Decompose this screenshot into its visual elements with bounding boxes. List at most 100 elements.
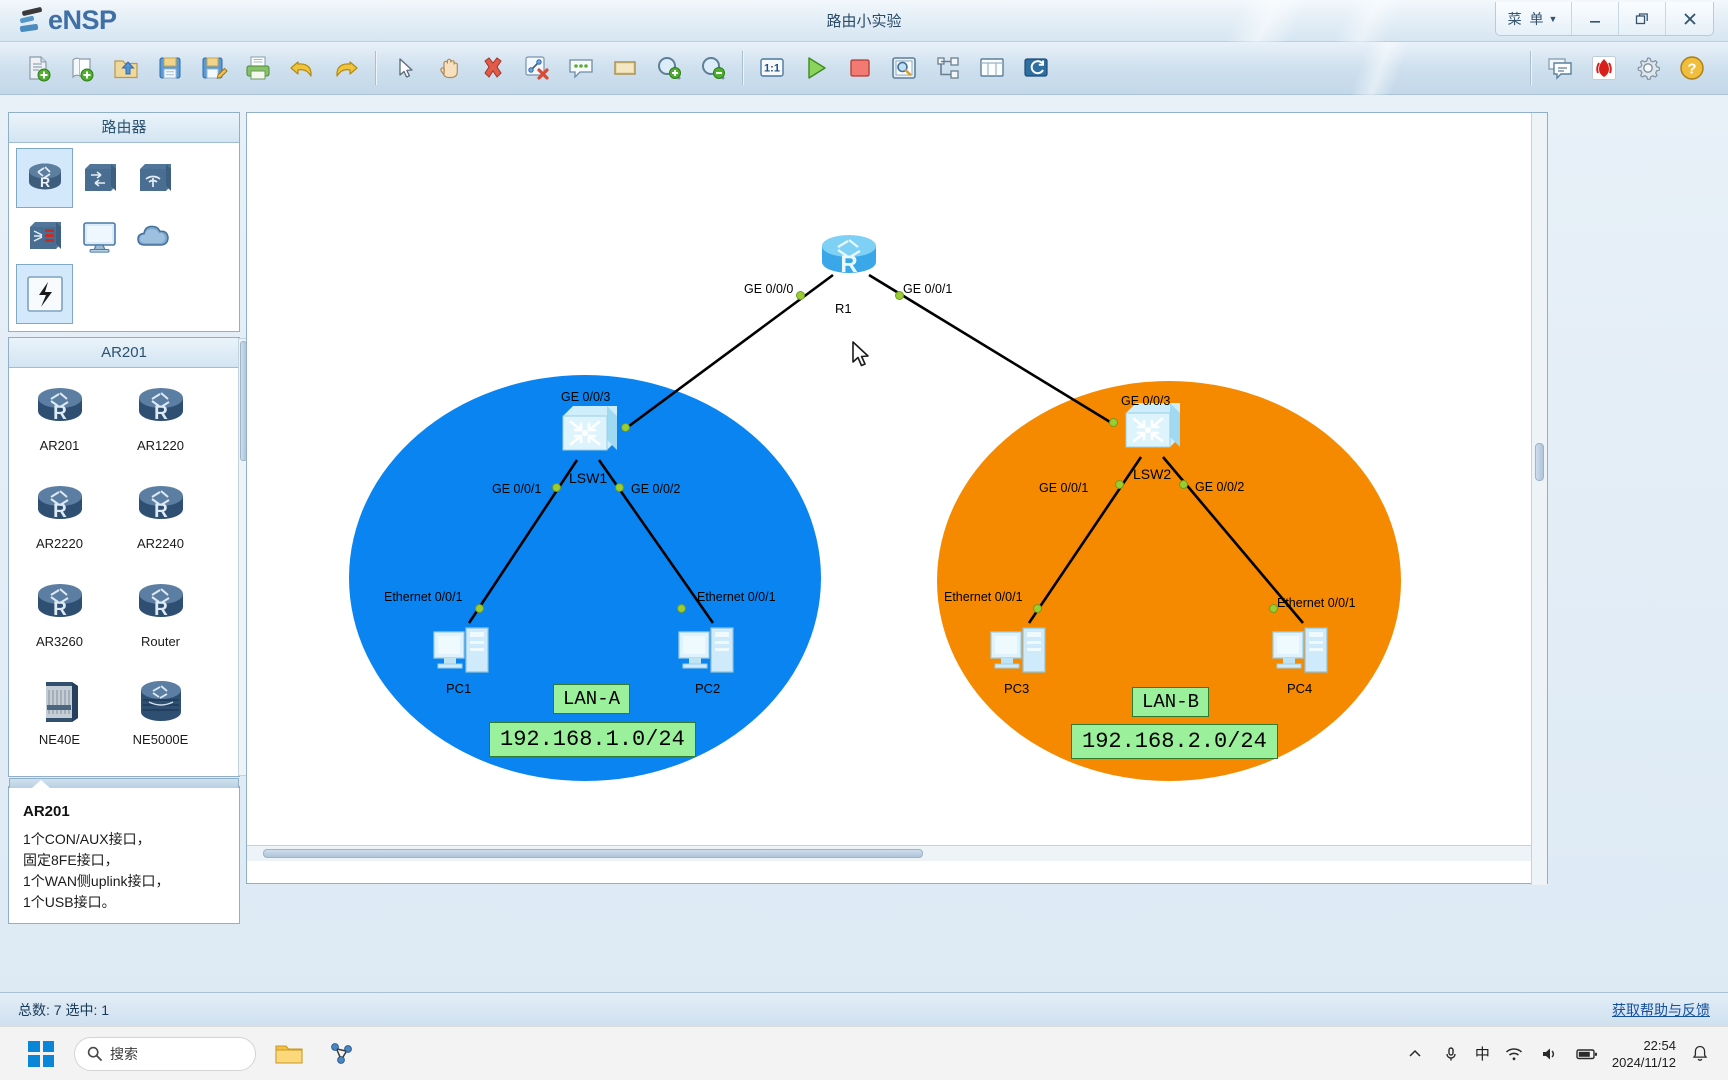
toolbar-divider-3 [1530, 51, 1531, 85]
lan-b-subnet-tag[interactable]: 192.168.2.0/24 [1071, 724, 1278, 759]
model-ar1220[interactable]: R AR1220 [110, 378, 211, 476]
search-icon [87, 1046, 102, 1061]
redo-icon[interactable] [324, 46, 368, 90]
firewall-device-icon [29, 222, 61, 249]
settings-gear-icon[interactable] [1626, 46, 1670, 90]
canvas-hscroll-thumb[interactable] [263, 849, 923, 858]
device-pc3[interactable] [987, 618, 1057, 685]
notification-bell-icon[interactable] [1688, 1042, 1712, 1066]
topology-tree-icon[interactable] [926, 46, 970, 90]
link-endpoint-dot [552, 483, 561, 492]
volume-icon[interactable] [1538, 1042, 1562, 1066]
capture-packet-icon[interactable] [882, 46, 926, 90]
zoom-in-icon[interactable] [647, 46, 691, 90]
category-router[interactable]: R [16, 148, 73, 208]
category-connection[interactable] [16, 264, 73, 324]
canvas-vscroll-thumb[interactable] [1535, 443, 1544, 481]
model-ne5000e[interactable]: NE5000E [110, 672, 211, 770]
close-icon [1683, 12, 1696, 25]
zoom-out-icon[interactable] [691, 46, 735, 90]
new-topology-icon[interactable] [16, 46, 60, 90]
category-switch[interactable] [72, 149, 127, 207]
help-icon[interactable]: ? [1670, 46, 1714, 90]
start-all-icon[interactable] [794, 46, 838, 90]
undo-icon[interactable] [280, 46, 324, 90]
lan-a-subnet-tag[interactable]: 192.168.1.0/24 [489, 722, 696, 757]
clock[interactable]: 22:54 2024/11/12 [1612, 1037, 1676, 1071]
ensp-window: eNSP 路由小实验 菜 单 ▼ 1:1 ? 路由器 R AR201 R AR2… [0, 0, 1728, 1080]
shape-rect-icon[interactable] [603, 46, 647, 90]
chat-icon[interactable] [1538, 46, 1582, 90]
device-label-lsw1: LSW1 [569, 470, 608, 486]
ime-indicator[interactable]: 中 [1475, 1043, 1490, 1064]
model-label: AR3260 [36, 634, 83, 649]
category-wlan[interactable] [127, 149, 182, 207]
model-ar3260[interactable]: R AR3260 [9, 574, 110, 672]
stack-model-icon [140, 681, 181, 721]
canvas-hscrollbar[interactable] [247, 845, 1531, 861]
taskbar-items: 搜索 [22, 1035, 360, 1073]
device-pc4[interactable] [1269, 618, 1339, 685]
delete-link-icon[interactable] [515, 46, 559, 90]
select-pointer-icon[interactable] [383, 46, 427, 90]
device-r1[interactable]: R [818, 228, 880, 289]
windows-start-icon[interactable] [22, 1035, 60, 1073]
text-note-icon[interactable] [559, 46, 603, 90]
model-ar2240[interactable]: R AR2240 [110, 476, 211, 574]
device-pc2[interactable] [675, 618, 745, 685]
category-firewall[interactable] [17, 207, 72, 265]
router-model-icon: R [138, 584, 183, 620]
model-ne40e[interactable]: NE40E [9, 672, 110, 770]
microphone-icon[interactable] [1439, 1042, 1463, 1066]
huawei-logo-icon[interactable] [1582, 46, 1626, 90]
svg-text:R: R [154, 501, 168, 522]
wifi-icon[interactable] [1502, 1042, 1526, 1066]
maximize-button[interactable] [1619, 2, 1666, 35]
open-folder-icon[interactable] [104, 46, 148, 90]
wlan-device-icon [139, 164, 171, 191]
model-ar201[interactable]: R AR201 [9, 378, 110, 476]
interface-label-r1-ge000: GE 0/0/0 [744, 282, 794, 296]
toolbar-group-file [16, 46, 368, 90]
connection-icon [26, 276, 63, 312]
delete-icon[interactable] [471, 46, 515, 90]
category-terminal[interactable] [72, 207, 127, 265]
device-model-title: AR201 [9, 338, 239, 368]
router-model-icon: R [138, 388, 183, 424]
new-blank-icon[interactable] [60, 46, 104, 90]
close-button[interactable] [1666, 2, 1713, 35]
device-lsw1[interactable] [557, 400, 623, 465]
pc-icon [990, 627, 1046, 673]
lan-b-name-tag[interactable]: LAN-B [1132, 687, 1210, 717]
model-router[interactable]: R Router [110, 574, 211, 672]
print-icon[interactable] [236, 46, 280, 90]
help-feedback-link[interactable]: 获取帮助与反馈 [1612, 1000, 1710, 1020]
hand-pan-icon[interactable] [427, 46, 471, 90]
clock-time: 22:54 [1643, 1037, 1676, 1053]
window-title: 路由小实验 [826, 13, 902, 30]
device-pc1[interactable] [430, 618, 500, 685]
search-input[interactable]: 搜索 [74, 1036, 256, 1071]
link-endpoint-dot [621, 423, 630, 432]
lan-a-name-tag[interactable]: LAN-A [553, 684, 631, 714]
ensp-taskbar-icon[interactable] [322, 1035, 360, 1073]
minimize-button[interactable] [1572, 2, 1619, 35]
restore-icon[interactable] [1014, 46, 1058, 90]
device-category-title: 路由器 [9, 113, 239, 143]
chevron-up-icon[interactable] [1403, 1042, 1427, 1066]
window-controls: 菜 单 ▼ [1495, 2, 1714, 36]
pc-icon [433, 627, 489, 673]
topology-canvas[interactable]: R R1 LSW1 LSW2 PC1 PC2 PC3 PC4 GE 0/0/0 … [247, 113, 1531, 861]
grid-icon[interactable] [970, 46, 1014, 90]
file-explorer-icon[interactable] [270, 1035, 308, 1073]
zoom-reset-icon[interactable]: 1:1 [750, 46, 794, 90]
model-ar2220[interactable]: R AR2220 [9, 476, 110, 574]
canvas-vscrollbar[interactable] [1531, 113, 1547, 885]
info-panel-tab [9, 778, 239, 788]
stop-all-icon[interactable] [838, 46, 882, 90]
menu-button[interactable]: 菜 单 ▼ [1496, 2, 1572, 35]
save-as-icon[interactable] [192, 46, 236, 90]
category-cloud[interactable] [127, 207, 182, 265]
battery-icon[interactable] [1574, 1042, 1600, 1066]
save-icon[interactable] [148, 46, 192, 90]
